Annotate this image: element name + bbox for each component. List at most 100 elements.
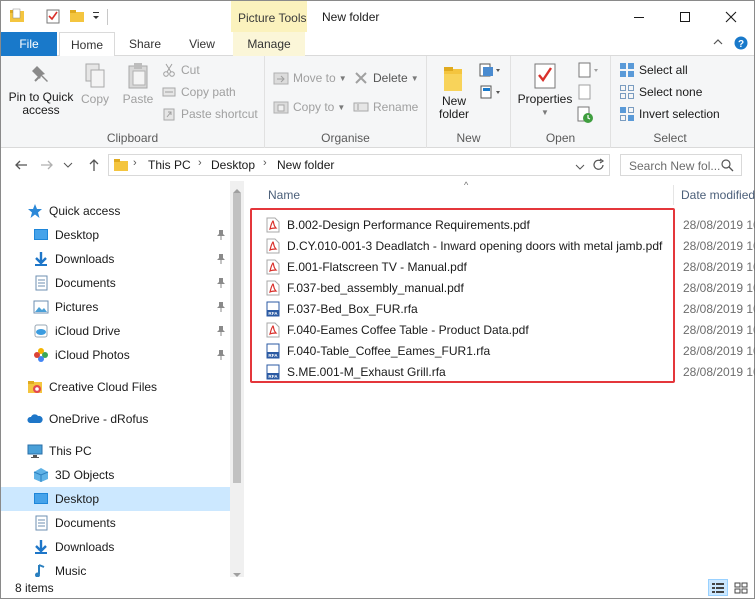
pin-to-quick-access-button[interactable]: Pin to Quick access bbox=[7, 62, 75, 117]
nav-scroll-thumb[interactable] bbox=[233, 193, 241, 483]
recent-locations-button[interactable] bbox=[61, 155, 75, 175]
copy-path-label: Copy path bbox=[181, 85, 236, 99]
nav-item-onedrive[interactable]: OneDrive - dRofus bbox=[1, 407, 230, 431]
onedrive-icon bbox=[27, 411, 43, 427]
help-icon[interactable]: ? bbox=[734, 36, 748, 53]
file-date-modified: 28/08/2019 10 bbox=[683, 322, 755, 337]
edit-icon[interactable] bbox=[577, 84, 595, 103]
select-none-label: Select none bbox=[639, 85, 703, 99]
paste-shortcut-button[interactable]: Paste shortcut bbox=[161, 104, 258, 124]
copy-to-button[interactable]: Copy to ▼ bbox=[273, 97, 345, 117]
search-input[interactable]: Search New fol... bbox=[629, 159, 720, 173]
nav-item-documents[interactable]: Documents bbox=[1, 511, 230, 535]
new-item-icon[interactable] bbox=[479, 62, 503, 81]
nav-item-music[interactable]: Music bbox=[1, 559, 230, 577]
chevron-down-icon: ▼ bbox=[338, 73, 347, 83]
nav-item-icloud-photos-pinned[interactable]: iCloud Photos bbox=[1, 343, 230, 367]
back-button[interactable] bbox=[11, 155, 31, 175]
files-highlight-box bbox=[250, 208, 675, 383]
copy-path-icon bbox=[161, 84, 177, 100]
paste-shortcut-label: Paste shortcut bbox=[181, 107, 258, 121]
nav-item-icloud-drive-pinned[interactable]: iCloud Drive bbox=[1, 319, 230, 343]
customize-toolbar-icon[interactable] bbox=[91, 8, 101, 24]
column-header-date-modified[interactable]: Date modified bbox=[681, 188, 755, 202]
select-all-button[interactable]: Select all bbox=[619, 60, 688, 80]
cut-button[interactable]: Cut bbox=[161, 60, 200, 80]
select-none-icon bbox=[619, 84, 635, 100]
file-date-modified: 28/08/2019 10 bbox=[683, 343, 755, 358]
nav-scrollbar[interactable] bbox=[230, 181, 244, 577]
address-history-chevron-icon[interactable] bbox=[575, 160, 585, 174]
tab-home[interactable]: Home bbox=[59, 32, 115, 57]
pin-icon bbox=[32, 66, 48, 82]
new-folder-button[interactable]: New folder bbox=[433, 64, 475, 121]
pin-icon bbox=[216, 229, 226, 244]
breadcrumb-new-folder[interactable]: New folder bbox=[277, 158, 334, 172]
nav-item-downloads-pinned[interactable]: Downloads bbox=[1, 247, 230, 271]
nav-item-desktop-pinned[interactable]: Desktop bbox=[1, 223, 230, 247]
select-all-label: Select all bbox=[639, 63, 688, 77]
close-button[interactable] bbox=[708, 1, 754, 32]
copy-path-button[interactable]: Copy path bbox=[161, 82, 236, 102]
star-icon bbox=[27, 203, 43, 219]
cut-label: Cut bbox=[181, 63, 200, 77]
nav-item-documents-pinned[interactable]: Documents bbox=[1, 271, 230, 295]
invert-selection-icon bbox=[619, 106, 635, 122]
refresh-icon[interactable] bbox=[592, 158, 606, 175]
paste-button[interactable]: Paste bbox=[119, 62, 157, 106]
copy-button[interactable]: Copy bbox=[79, 62, 111, 106]
rename-button[interactable]: Rename bbox=[353, 97, 418, 117]
scroll-down-icon[interactable] bbox=[233, 567, 241, 577]
invert-selection-button[interactable]: Invert selection bbox=[619, 104, 720, 124]
icloud-drive-icon bbox=[33, 323, 49, 339]
nav-label: Desktop bbox=[55, 228, 100, 242]
delete-label: Delete bbox=[373, 71, 408, 85]
delete-button[interactable]: Delete ▼ bbox=[353, 68, 419, 88]
up-button[interactable] bbox=[84, 155, 104, 175]
move-to-button[interactable]: Move to ▼ bbox=[273, 68, 347, 88]
chevron-down-icon: ▼ bbox=[410, 73, 419, 83]
breadcrumb-desktop[interactable]: Desktop bbox=[211, 158, 255, 172]
nav-item-this-pc[interactable]: This PC bbox=[1, 439, 230, 463]
tab-view[interactable]: View bbox=[179, 32, 225, 56]
nav-item-downloads[interactable]: Downloads bbox=[1, 535, 230, 559]
ribbon-collapse-icon[interactable] bbox=[712, 36, 724, 50]
maximize-button[interactable] bbox=[662, 1, 708, 32]
forward-button[interactable] bbox=[37, 155, 57, 175]
tab-share[interactable]: Share bbox=[121, 32, 169, 56]
nav-item-3d-objects[interactable]: 3D Objects bbox=[1, 463, 230, 487]
properties-icon bbox=[534, 63, 556, 89]
nav-label: Downloads bbox=[55, 252, 115, 266]
copy-to-icon bbox=[273, 99, 289, 115]
easy-access-icon[interactable] bbox=[479, 84, 503, 103]
select-none-button[interactable]: Select none bbox=[619, 82, 702, 102]
open-with-icon[interactable] bbox=[577, 62, 601, 81]
details-view-button[interactable] bbox=[708, 579, 728, 596]
breadcrumb-this-pc[interactable]: This PC bbox=[148, 158, 191, 172]
properties-button[interactable]: Properties ▼ bbox=[517, 62, 573, 119]
properties-quick-icon[interactable] bbox=[45, 8, 61, 24]
download-icon bbox=[33, 539, 49, 555]
address-bar[interactable]: › This PC › Desktop › New folder bbox=[108, 154, 610, 176]
ribbon: Pin to Quick access Copy Paste Cut Copy … bbox=[1, 56, 754, 148]
nav-item-quick-access[interactable]: Quick access bbox=[1, 199, 230, 223]
history-icon[interactable] bbox=[577, 106, 595, 127]
search-box[interactable]: Search New fol... bbox=[620, 154, 742, 176]
new-folder-quick-icon[interactable] bbox=[69, 8, 85, 24]
tab-file[interactable]: File bbox=[1, 32, 57, 56]
nav-label: iCloud Photos bbox=[55, 348, 130, 362]
nav-item-pictures-pinned[interactable]: Pictures bbox=[1, 295, 230, 319]
nav-item-desktop[interactable]: Desktop bbox=[1, 487, 230, 511]
ribbon-tabs: File Home Share View Manage ? bbox=[1, 32, 754, 57]
tab-manage[interactable]: Manage bbox=[233, 32, 305, 56]
column-divider[interactable] bbox=[673, 185, 674, 205]
toolbar-separator bbox=[107, 9, 108, 25]
nav-label: Desktop bbox=[55, 492, 100, 506]
large-icons-view-button[interactable] bbox=[731, 579, 751, 596]
nav-item-creative-cloud-files[interactable]: Creative Cloud Files bbox=[1, 375, 230, 399]
nav-label: OneDrive - dRofus bbox=[49, 412, 149, 426]
close-icon bbox=[725, 11, 737, 22]
minimize-button[interactable] bbox=[616, 1, 662, 32]
column-header-name[interactable]: Name bbox=[268, 188, 300, 202]
delete-icon bbox=[353, 70, 369, 86]
